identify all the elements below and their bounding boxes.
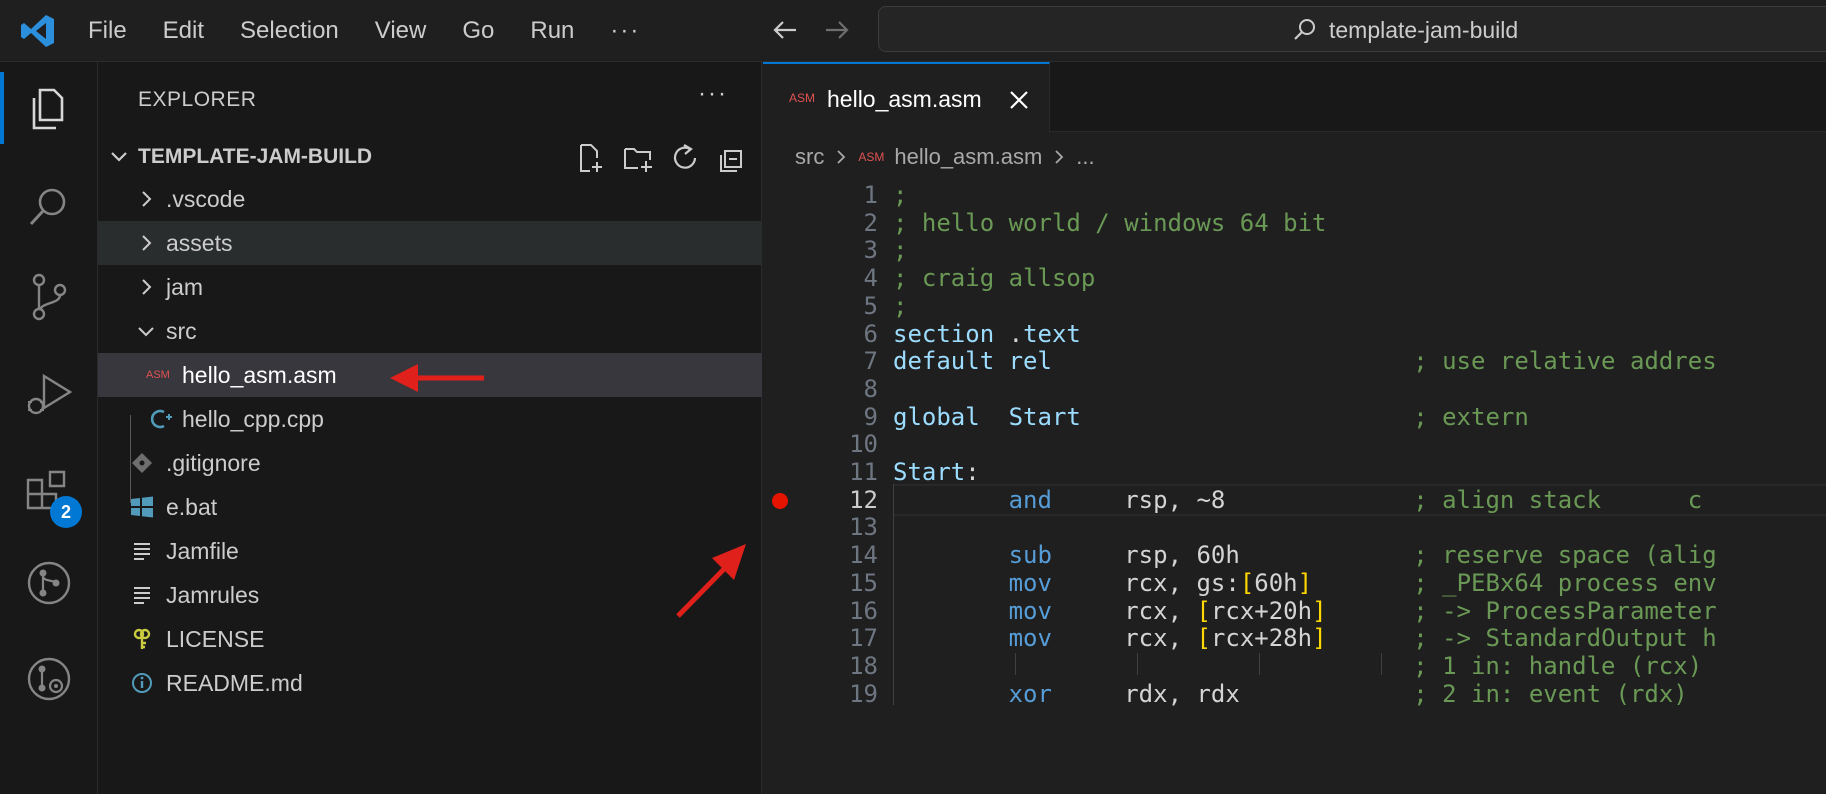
tree-item-jamrules[interactable]: Jamrules [98,573,762,617]
tree-item-label: LICENSE [166,626,265,652]
tab-hello-asm[interactable]: ASM hello_asm.asm [763,62,1050,133]
run-debug-icon[interactable] [22,368,76,422]
chevron-down-icon [138,327,154,337]
explorer-files-icon[interactable] [22,82,76,136]
tree-item-assets[interactable]: assets [98,221,762,265]
editor-tabs: ASM hello_asm.asm [763,62,1826,133]
search-icon [1294,19,1315,40]
asm-file-icon: ASM [789,91,816,105]
git-history-icon[interactable] [22,652,76,706]
menu-selection[interactable]: Selection [240,17,339,45]
menu-edit[interactable]: Edit [163,17,204,45]
git-graph-icon[interactable] [22,556,76,610]
breadcrumb-symbol[interactable]: ... [1076,144,1094,170]
indent-guide [1381,652,1382,675]
chevron-right-icon [142,279,152,295]
search-icon[interactable] [22,180,76,234]
license-key-icon [133,628,151,649]
explorer-more-button[interactable]: ··· [698,80,728,108]
info-icon [132,673,152,693]
menu-bar: File Edit Selection View Go Run ··· [88,0,640,62]
tree-item-label: src [166,318,197,344]
git-file-icon [132,453,152,473]
vscode-logo-icon [21,15,54,47]
tree-item-label: README.md [166,670,303,696]
tree-item-hello-asm[interactable]: ASM hello_asm.asm [98,353,762,397]
activity-bar: 2 [0,62,98,794]
tree-item-jam[interactable]: jam [98,265,762,309]
tree-item-gitignore[interactable]: .gitignore [98,441,762,485]
tree-item-jamfile[interactable]: Jamfile [98,529,762,573]
breadcrumb: src ASM hello_asm.asm ... [795,144,1095,170]
tree-item-license[interactable]: LICENSE [98,617,762,661]
workspace-section-header[interactable]: TEMPLATE-JAM-BUILD [98,136,762,176]
text-file-icon [134,587,150,604]
tree-item-label: e.bat [166,494,218,520]
chevron-down-icon [111,152,127,162]
extensions-badge: 2 [50,496,82,528]
command-center-search[interactable]: template-jam-build [878,6,1826,52]
cpp-file-icon [150,409,172,429]
tree-item-hello-cpp[interactable]: hello_cpp.cpp [98,397,762,441]
code-line[interactable]: 19 xor rdx, rdx ; 2 in: event (rdx) [763,678,1826,710]
workspace-name: TEMPLATE-JAM-BUILD [138,145,373,168]
line-number: 19 [849,679,878,708]
menu-go[interactable]: Go [462,17,494,45]
tree-item-vscode[interactable]: .vscode [98,177,762,221]
title-bar: File Edit Selection View Go Run ··· temp… [0,0,1826,62]
indent-guide [1259,652,1260,675]
close-icon[interactable] [1008,89,1030,111]
chevron-right-icon [142,191,152,207]
windows-file-icon [131,496,153,518]
code-text: xor rdx, rdx ; 2 in: event (rdx) [1008,679,1688,708]
new-file-icon[interactable] [574,142,606,174]
tree-item-label: Jamfile [166,538,239,564]
explorer-title: EXPLORER [138,88,257,111]
tree-item-label: Jamrules [166,582,260,608]
active-indicator [0,72,4,144]
tab-label: hello_asm.asm [827,86,982,112]
tree-item-label: assets [166,230,233,256]
asm-file-icon: ASM [858,150,885,164]
source-control-icon[interactable] [22,270,76,324]
menu-run[interactable]: Run [530,17,574,45]
indent-guide [893,483,894,706]
command-center-text: template-jam-build [1329,17,1519,43]
tree-item-label: hello_cpp.cpp [182,406,324,432]
tree-item-label: jam [166,274,204,300]
collapse-all-icon[interactable] [716,142,748,174]
code-editor[interactable]: 1; 2; hello world / windows 64 bit 3; 4; cr… [763,179,1826,794]
tree-item-label: .gitignore [166,450,261,476]
breadcrumb-file[interactable]: hello_asm.asm [894,144,1042,170]
menu-file[interactable]: File [88,17,127,45]
text-file-icon [134,543,150,560]
tree-item-src[interactable]: src [98,309,762,353]
tree-item-label: .vscode [166,186,246,212]
editor-area: ASM hello_asm.asm src ASM hello_asm.asm … [763,62,1826,794]
back-arrow-icon[interactable] [770,15,800,45]
refresh-icon[interactable] [670,142,702,174]
chevron-right-icon [837,150,846,164]
tree-item-label: hello_asm.asm [182,362,337,388]
breakpoint-icon[interactable] [772,492,788,509]
tree-item-readme[interactable]: README.md [98,661,762,705]
tree-item-e-bat[interactable]: e.bat [98,485,762,529]
asm-file-icon: ASM [146,369,170,381]
explorer-sidebar: EXPLORER ··· TEMPLATE-JAM-BUILD .vscode [98,62,762,794]
forward-arrow-icon[interactable] [822,15,852,45]
indent-guide [1015,652,1016,675]
chevron-right-icon [142,235,152,251]
menu-more-button[interactable]: ··· [610,17,640,45]
new-folder-icon[interactable] [622,142,654,174]
indent-guide [1137,652,1138,675]
menu-view[interactable]: View [375,17,427,45]
breadcrumb-folder[interactable]: src [795,144,824,170]
chevron-right-icon [1055,150,1064,164]
